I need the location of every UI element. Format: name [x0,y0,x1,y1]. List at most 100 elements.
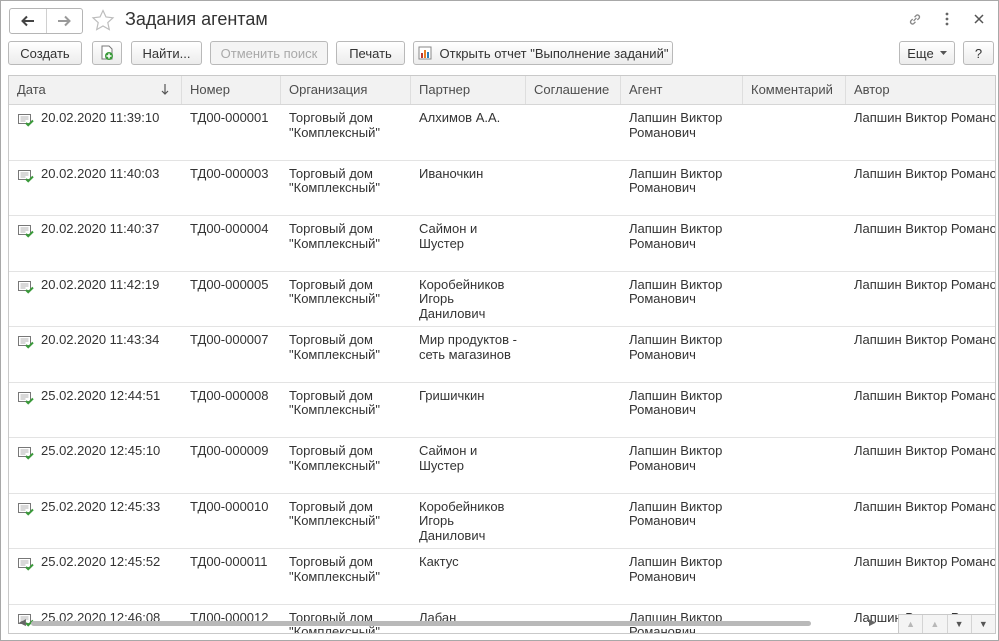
window-controls [908,11,986,27]
table-row[interactable]: 25.02.2020 12:45:10 ТД00-000009 Торговый д… [9,438,995,494]
table-row[interactable]: 20.02.2020 11:43:34 ТД00-000007 Торговый д… [9,327,995,383]
column-header-partner[interactable]: Партнер [411,76,526,104]
cell-date: 20.02.2020 11:40:37 [41,222,160,236]
cell-date: 20.02.2020 11:39:10 [41,111,160,125]
forward-button[interactable] [45,9,83,33]
cell-date: 25.02.2020 12:44:51 [41,388,161,403]
more-vertical-icon[interactable] [940,11,954,27]
scroll-thumb[interactable] [31,621,811,626]
cell-partner: Гришичкин [419,388,485,403]
more-button[interactable]: Еще [899,41,955,65]
cell-date: 20.02.2020 11:42:19 [41,277,160,292]
cell-author: Лапшин Виктор Романович [854,333,996,347]
page-up-icon[interactable]: ▲ [922,615,946,633]
cell-partner: Кактус [419,555,459,569]
cell-number: ТД00-000009 [190,444,269,458]
cell-number: ТД00-000003 [190,166,269,181]
column-header-agreement[interactable]: Соглашение [526,76,621,104]
list-navigation: ▲ ▲ ▼ ▼ [898,614,996,634]
cell-author: Лапшин Виктор Романович [854,111,996,125]
history-nav [9,8,83,34]
column-header-number[interactable]: Номер [182,76,281,104]
cell-agent: Лапшин Виктор Романович [629,444,723,473]
cell-organization: Торговый дом "Комплексный" [289,166,380,195]
table-row[interactable]: 20.02.2020 11:39:10 ТД00-000001 Торговый д… [9,105,995,161]
cell-number: ТД00-000005 [190,277,269,292]
cell-partner: Коробейников Игорь Данилович [419,277,505,321]
cell-author: Лапшин Виктор Романович [854,388,996,403]
back-button[interactable] [10,9,46,33]
cell-organization: Торговый дом "Комплексный" [289,111,380,140]
cell-organization: Торговый дом "Комплексный" [289,388,380,417]
report-icon [418,46,432,60]
cell-partner: Саймон и Шустер [419,222,478,251]
cell-organization: Торговый дом "Комплексный" [289,277,380,306]
cell-agent: Лапшин Виктор Романович [629,166,723,195]
tasks-table: Дата Номер Организация Партнер Соглашени… [8,75,996,634]
find-button[interactable]: Найти... [131,41,202,65]
column-header-author[interactable]: Автор [846,76,995,104]
chevron-down-icon [939,51,947,55]
link-icon[interactable] [908,11,922,27]
column-header-agent[interactable]: Агент [621,76,743,104]
cell-agent: Лапшин Виктор Романович [629,499,723,528]
cell-partner: Иваночкин [419,166,484,181]
close-icon[interactable] [972,11,986,27]
cell-date: 25.02.2020 12:45:10 [41,444,161,458]
help-button[interactable]: ? [963,41,994,65]
column-header-label: Дата [17,82,46,97]
arrow-right-icon [58,15,72,27]
more-label: Еще [907,45,934,61]
table-row[interactable]: 20.02.2020 11:40:37 ТД00-000004 Торговый д… [9,216,995,272]
cell-number: ТД00-000004 [190,222,269,236]
window-frame: Задания агентам Создать Найти... Отменит… [0,0,999,641]
cell-organization: Торговый дом "Комплексный" [289,444,380,473]
cell-date: 20.02.2020 11:43:34 [41,333,160,347]
column-header-date[interactable]: Дата [9,76,182,104]
copy-create-button[interactable] [92,41,122,65]
go-last-icon[interactable]: ▼ [970,615,995,633]
create-button[interactable]: Создать [8,41,82,65]
page-title: Задания агентам [125,9,268,29]
cell-number: ТД00-000007 [190,333,269,347]
cell-agent: Лапшин Виктор Романович [629,277,723,306]
open-report-label: Открыть отчет "Выполнение заданий" [439,45,669,61]
sort-down-arrow-icon [161,76,169,104]
cell-author: Лапшин Виктор Романович [854,555,996,569]
go-first-icon[interactable]: ▲ [899,615,922,633]
cell-organization: Торговый дом "Комплексный" [289,499,380,528]
cell-date: 25.02.2020 12:45:33 [41,499,161,514]
scroll-right-icon[interactable]: ▶ [869,617,876,628]
table-row[interactable]: 25.02.2020 12:45:52 ТД00-000011 Торговый д… [9,549,995,605]
table-row[interactable]: 25.02.2020 12:45:33 ТД00-000010 Торговый д… [9,494,996,549]
horizontal-scrollbar[interactable]: ◀ ▶ [9,615,889,631]
scroll-left-icon[interactable]: ◀ [19,617,26,628]
cell-organization: Торговый дом "Комплексный" [289,333,380,362]
cell-author: Лапшин Виктор Романович [854,222,996,236]
cell-author: Лапшин Виктор Романович [854,444,996,458]
cell-organization: Торговый дом "Комплексный" [289,222,380,251]
cell-number: ТД00-000010 [190,499,269,514]
cell-agent: Лапшин Виктор Романович [629,333,723,362]
table-row[interactable]: 25.02.2020 12:44:51 ТД00-000008 Торговый д… [9,383,996,438]
cell-partner: Саймон и Шустер [419,444,478,473]
arrow-left-icon [20,15,34,27]
table-header: Дата Номер Организация Партнер Соглашени… [9,76,995,105]
cell-author: Лапшин Виктор Романович [854,499,996,514]
open-report-button[interactable]: Открыть отчет "Выполнение заданий" [413,41,673,65]
column-header-organization[interactable]: Организация [281,76,411,104]
print-button[interactable]: Печать [336,41,405,65]
cancel-search-button[interactable]: Отменить поиск [210,41,328,65]
cell-date: 20.02.2020 11:40:03 [41,166,160,181]
cell-organization: Торговый дом "Комплексный" [289,555,380,584]
table-row[interactable]: 20.02.2020 11:42:19 ТД00-000005 Торговый д… [9,272,996,327]
cell-agent: Лапшин Виктор Романович [629,555,723,584]
table-row[interactable]: 20.02.2020 11:40:03 ТД00-000003 Торговый д… [9,161,996,216]
cell-number: ТД00-000001 [190,111,269,125]
column-header-comment[interactable]: Комментарий [743,76,846,104]
favorite-star-icon[interactable] [91,9,115,34]
cell-author: Лапшин Виктор Романович [854,166,996,181]
cell-author: Лапшин Виктор Романович [854,277,996,292]
page-down-icon[interactable]: ▼ [946,615,971,633]
cell-agent: Лапшин Виктор Романович [629,222,723,251]
